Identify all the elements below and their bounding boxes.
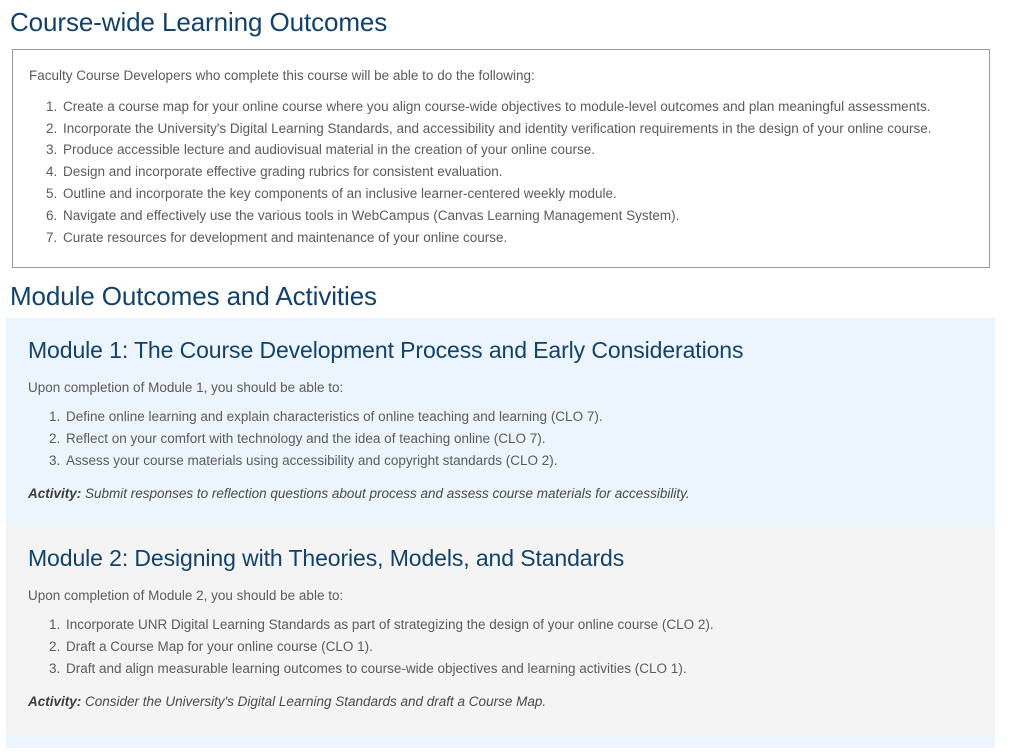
course-outcomes-list: Create a course map for your online cour… xyxy=(27,96,975,249)
module-outcome-item: Incorporate UNR Digital Learning Standar… xyxy=(64,614,981,636)
course-outcome-item: Outline and incorporate the key componen… xyxy=(61,183,975,205)
module-outcome-list: Incorporate UNR Digital Learning Standar… xyxy=(20,614,981,680)
page-title-course-outcomes: Course-wide Learning Outcomes xyxy=(10,7,388,37)
course-outcomes-intro: Faculty Course Developers who complete t… xyxy=(29,67,535,83)
course-outcome-item: Incorporate the University's Digital Lea… xyxy=(61,118,975,140)
module-outcome-item: Define online learning and explain chara… xyxy=(64,406,981,428)
module-outcome-list: Define online learning and explain chara… xyxy=(20,406,981,472)
module-activity: Activity: Submit responses to reflection… xyxy=(20,484,981,504)
module-outcome-item: Reflect on your comfort with technology … xyxy=(64,428,981,450)
course-outcome-item: Design and incorporate effective grading… xyxy=(61,161,975,183)
module-outcome-item: Draft and align measurable learning outc… xyxy=(64,658,981,680)
module-lead-text: Upon completion of Module 1, you should … xyxy=(28,380,344,396)
module-activity-text: Submit responses to reflection questions… xyxy=(85,485,690,501)
module-panel-2: Module 2: Designing with Theories, Model… xyxy=(6,526,995,735)
module-panel-1: Module 1: The Course Development Process… xyxy=(6,318,995,527)
module-panel-next-peek xyxy=(6,734,995,749)
module-activity-label: Activity: xyxy=(28,693,82,709)
course-outcome-item: Produce accessible lecture and audiovisu… xyxy=(61,139,975,161)
module-outcome-item: Draft a Course Map for your online cours… xyxy=(64,636,981,658)
modules-container: Module 1: The Course Development Process… xyxy=(0,318,1009,735)
course-outcome-item: Curate resources for development and mai… xyxy=(61,227,975,249)
module-heading: Module 2: Designing with Theories, Model… xyxy=(28,545,625,572)
module-activity-label: Activity: xyxy=(28,485,82,501)
module-lead-text: Upon completion of Module 2, you should … xyxy=(28,588,344,604)
course-outcome-item: Create a course map for your online cour… xyxy=(61,96,975,118)
course-outcome-item: Navigate and effectively use the various… xyxy=(61,205,975,227)
module-outcome-item: Assess your course materials using acces… xyxy=(64,450,981,472)
page-title-module-outcomes: Module Outcomes and Activities xyxy=(10,280,377,311)
course-outcomes-box: Faculty Course Developers who complete t… xyxy=(12,48,990,268)
content-page: Course-wide Learning Outcomes Faculty Co… xyxy=(0,0,1009,753)
module-activity: Activity: Consider the University's Digi… xyxy=(20,692,981,712)
module-activity-text: Consider the University's Digital Learni… xyxy=(85,693,547,709)
module-heading: Module 1: The Course Development Process… xyxy=(28,337,744,364)
